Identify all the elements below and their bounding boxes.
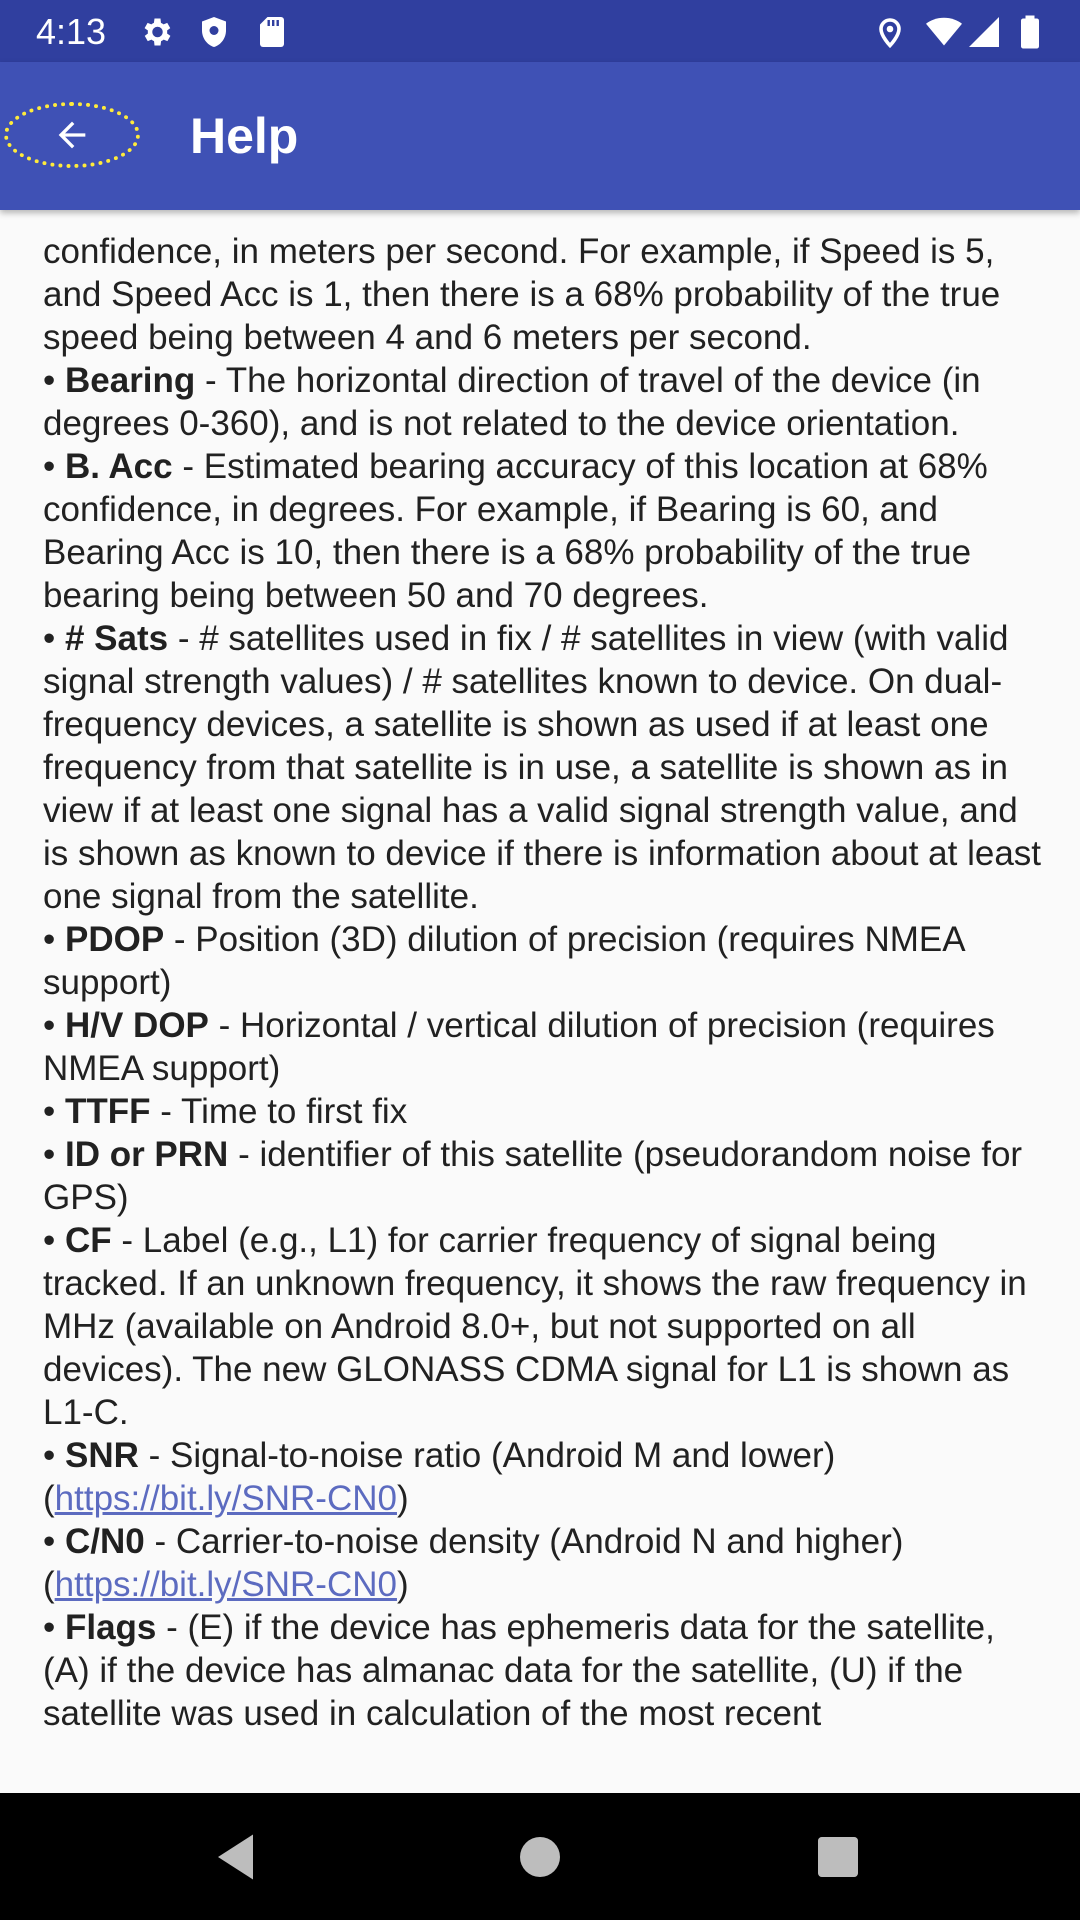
recents-square-icon[interactable]	[808, 1827, 868, 1887]
help-item-flags: • Flags - (E) if the device has ephemeri…	[43, 1608, 995, 1733]
status-bar: 4:13	[0, 0, 1080, 62]
help-item-desc: - Time to first fix	[150, 1092, 408, 1131]
help-item-desc: - # satellites used in fix / # satellite…	[43, 619, 1042, 916]
wifi-icon	[926, 17, 962, 46]
arrow-back-icon	[58, 121, 86, 149]
help-item-desc: - Position (3D) dilution of precision (r…	[43, 920, 964, 1002]
home-circle-icon[interactable]	[510, 1827, 570, 1887]
help-item-desc: confidence, in meters per second. For ex…	[43, 232, 1001, 357]
navigation-bar	[0, 1793, 1080, 1920]
back-button[interactable]	[4, 102, 140, 168]
gear-icon	[144, 18, 171, 46]
help-item-desc: - Carrier-to-noise density (Android N an…	[144, 1522, 904, 1561]
help-term: Flags	[64, 1608, 157, 1647]
help-item-ttff: • TTFF - Time to first fix	[43, 1092, 408, 1131]
help-term: B. Acc	[64, 447, 173, 486]
help-term: TTFF	[64, 1092, 151, 1131]
help-scroll-view[interactable]: confidence, in meters per second. For ex…	[0, 210, 1080, 1750]
help-item-desc: - Estimated bearing accuracy of this loc…	[43, 447, 988, 615]
cellular-signal-icon	[969, 17, 999, 47]
help-item-desc: - Signal-to-noise ratio (Android M and l…	[138, 1436, 836, 1475]
help-item-bearing-accuracy: • B. Acc - Estimated bearing accuracy of…	[43, 447, 988, 615]
help-term: # Sats	[64, 619, 169, 658]
location-pin-icon	[879, 18, 901, 49]
help-term: SNR	[64, 1436, 139, 1475]
help-item-sats: • # Sats - # satellites used in fix / # …	[43, 619, 1042, 916]
status-time: 4:13	[36, 11, 107, 52]
help-term: ID or PRN	[64, 1135, 229, 1174]
battery-icon	[1021, 15, 1039, 49]
snr-link[interactable]: https://bit.ly/SNR-CN0	[55, 1479, 397, 1518]
help-item-speed-acc-tail: confidence, in meters per second. For ex…	[43, 230, 1043, 359]
help-term: C/N0	[64, 1522, 145, 1561]
cn0-link[interactable]: https://bit.ly/SNR-CN0	[55, 1565, 397, 1604]
help-item-cf: • CF - Label (e.g., L1) for carrier freq…	[43, 1221, 1027, 1432]
help-item-snr: • SNR - Signal-to-noise ratio (Android M…	[43, 1436, 836, 1518]
help-item-pdop: • PDOP - Position (3D) dilution of preci…	[43, 920, 964, 1002]
app-bar: Help	[0, 62, 1080, 210]
back-triangle-icon[interactable]	[208, 1827, 268, 1887]
help-item-desc: - (E) if the device has ephemeris data f…	[43, 1608, 995, 1733]
help-item-hv-dop: • H/V DOP - Horizontal / vertical diluti…	[43, 1006, 995, 1088]
help-item-id-prn: • ID or PRN - identifier of this satelli…	[43, 1135, 1023, 1217]
help-text: confidence, in meters per second. For ex…	[43, 230, 1043, 1735]
help-term: PDOP	[64, 920, 165, 959]
page-title: Help	[190, 108, 299, 164]
help-term: CF	[64, 1221, 112, 1260]
help-item-bearing: • Bearing - The horizontal direction of …	[43, 361, 981, 443]
help-item-cn0: • C/N0 - Carrier-to-noise density (Andro…	[43, 1522, 904, 1604]
sd-card-icon	[260, 17, 284, 47]
help-item-desc: - Label (e.g., L1) for carrier frequency…	[43, 1221, 1027, 1432]
help-term: Bearing	[64, 361, 196, 400]
help-term: H/V DOP	[64, 1006, 209, 1045]
shield-icon	[202, 17, 226, 47]
